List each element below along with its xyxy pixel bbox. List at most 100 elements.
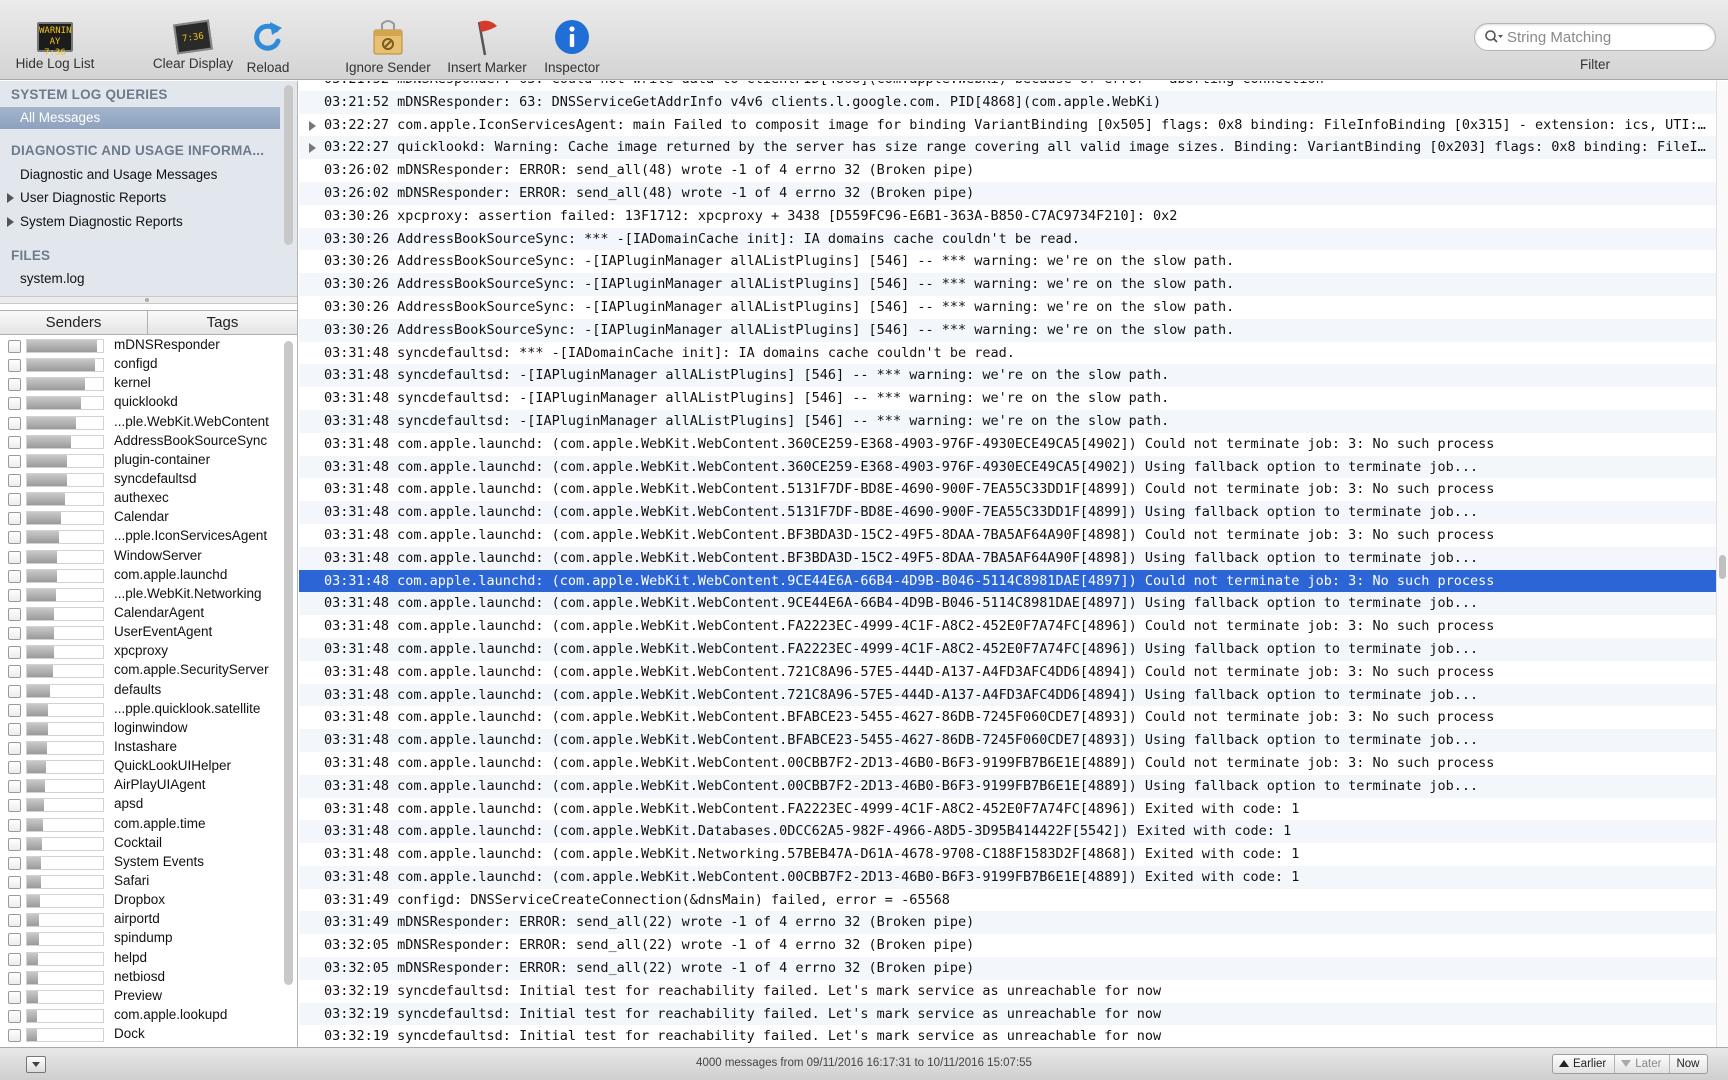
reload-button[interactable]: Reload [213,18,323,75]
log-message-row[interactable]: 03:30:26 AddressBookSourceSync: -[IAPlug… [299,273,1716,296]
log-message-row[interactable]: 03:31:48 com.apple.launchd: (com.apple.W… [299,683,1716,707]
sender-row[interactable]: AddressBookSourceSync [0,432,282,451]
sender-checkbox[interactable] [8,703,21,717]
log-scrollbar[interactable] [1716,81,1728,1047]
log-message-row[interactable]: 03:32:05 mDNSResponder: ERROR: send_all(… [299,934,1716,957]
sender-row[interactable]: System Events [0,853,282,872]
sender-row[interactable]: netbiosd [0,968,282,987]
sender-row[interactable]: CalendarAgent [0,604,282,623]
log-message-row[interactable]: 03:31:48 com.apple.launchd: (com.apple.W… [299,729,1716,752]
sender-row[interactable]: com.apple.SecurityServer [0,661,282,680]
log-message-row[interactable]: 03:30:26 xpcproxy: assertion failed: 13F… [299,205,1716,228]
log-message-row[interactable]: 03:31:48 com.apple.launchd: (com.apple.W… [299,433,1716,456]
expand-triangle-icon[interactable] [309,143,316,154]
log-message-row[interactable]: 03:31:48 com.apple.launchd: (com.apple.W… [299,592,1716,616]
log-message-row[interactable]: 03:30:26 AddressBookSourceSync: -[IAPlug… [299,296,1716,319]
sender-checkbox[interactable] [8,627,21,641]
log-message-row[interactable]: 03:31:48 com.apple.launchd: (com.apple.W… [299,661,1716,684]
sender-row[interactable]: spindump [0,929,282,948]
source-list-scrollbar[interactable] [284,85,293,245]
sender-checkbox[interactable] [8,914,21,928]
log-message-row[interactable]: 03:31:48 com.apple.launchd: (com.apple.W… [299,524,1716,547]
log-message-row[interactable]: 03:31:48 com.apple.launchd: (com.apple.W… [299,569,1716,593]
system-diagnostic-reports-item[interactable]: System Diagnostic Reports [20,214,183,229]
log-message-row[interactable]: 03:30:26 AddressBookSourceSync: -[IAPlug… [299,250,1716,273]
log-message-row[interactable]: 03:32:19 syncdefaultsd: Initial test for… [299,980,1716,1003]
filter-search-field[interactable] [1474,23,1716,51]
now-button[interactable]: Now [1670,1055,1707,1073]
sender-checkbox[interactable] [8,646,21,660]
log-message-row[interactable]: 03:31:48 com.apple.launchd: (com.apple.W… [299,478,1716,501]
log-message-row[interactable]: 03:31:48 com.apple.launchd: (com.apple.W… [299,706,1716,729]
user-diagnostic-reports-item[interactable]: User Diagnostic Reports [20,190,166,205]
sender-row[interactable]: Calendar [0,508,282,527]
system-log-item[interactable]: system.log [20,271,85,286]
sender-row[interactable]: com.apple.time [0,815,282,834]
sender-row[interactable]: xpcproxy [0,642,282,661]
sender-checkbox[interactable] [8,761,21,775]
diagnostic-messages-item[interactable]: Diagnostic and Usage Messages [20,167,217,182]
sender-row[interactable]: Cocktail [0,834,282,853]
sender-checkbox[interactable] [8,416,21,430]
log-message-row[interactable]: 03:22:27 com.apple.IconServicesAgent: ma… [299,114,1716,137]
sender-checkbox[interactable] [8,1009,21,1023]
log-message-row[interactable]: 03:22:27 quicklookd: Warning: Cache imag… [299,136,1716,160]
sender-checkbox[interactable] [8,875,21,889]
sender-row[interactable]: quicklookd [0,393,282,412]
log-message-row[interactable]: 03:31:48 com.apple.launchd: (com.apple.W… [299,752,1716,775]
sender-checkbox[interactable] [8,799,21,813]
sender-checkbox[interactable] [8,588,21,602]
log-message-row[interactable]: 03:31:48 syncdefaultsd: *** -[IADomainCa… [299,342,1716,365]
sender-checkbox[interactable] [8,684,21,698]
sender-row[interactable]: syncdefaultsd [0,470,282,489]
sender-row[interactable]: AirPlayUIAgent [0,776,282,795]
sender-row[interactable]: Safari [0,872,282,891]
sender-checkbox[interactable] [8,971,21,985]
sender-row[interactable]: authexec [0,489,282,508]
sender-checkbox[interactable] [8,512,21,526]
sender-row[interactable]: kernel [0,374,282,393]
sender-row[interactable]: apsd [0,795,282,814]
sender-checkbox[interactable] [8,378,21,392]
sender-checkbox[interactable] [8,397,21,411]
log-message-row[interactable]: 03:21:52 mDNSResponder: 63: Could not wr… [299,81,1716,91]
log-message-row[interactable]: 03:31:48 com.apple.launchd: (com.apple.W… [299,865,1716,889]
later-button[interactable]: Later [1615,1055,1671,1073]
sender-checkbox[interactable] [8,933,21,947]
sender-row[interactable]: airportd [0,910,282,929]
log-message-row[interactable]: 03:31:48 com.apple.launchd: (com.apple.W… [299,820,1716,844]
sender-row[interactable]: ...ple.WebKit.WebContent [0,413,282,432]
hide-log-list-button[interactable]: WARNIN AY 7:36 Hide Log List [0,18,110,71]
log-message-row[interactable]: 03:30:26 AddressBookSourceSync: *** -[IA… [299,227,1716,251]
expand-triangle-icon[interactable] [309,120,316,131]
sender-checkbox[interactable] [8,473,21,487]
senders-scrollbar[interactable] [284,341,293,985]
ignore-sender-button[interactable]: Ignore Sender [333,18,443,75]
log-message-row[interactable]: 03:32:05 mDNSResponder: ERROR: send_all(… [299,957,1716,980]
sender-row[interactable]: WindowServer [0,547,282,566]
log-message-row[interactable]: 03:26:02 mDNSResponder: ERROR: send_all(… [299,159,1716,182]
sender-checkbox[interactable] [8,990,21,1004]
sender-row[interactable]: Preview [0,987,282,1006]
split-view-divider[interactable] [0,296,297,304]
sender-row[interactable]: UserEventAgent [0,623,282,642]
sender-row[interactable]: Instashare [0,738,282,757]
sender-checkbox[interactable] [8,493,21,507]
log-message-row[interactable]: 03:32:19 syncdefaultsd: Initial test for… [299,1002,1716,1026]
sender-checkbox[interactable] [8,837,21,851]
sender-checkbox[interactable] [8,550,21,564]
log-message-row[interactable]: 03:31:48 syncdefaultsd: -[IAPluginManage… [299,409,1716,433]
sender-checkbox[interactable] [8,359,21,373]
sender-row[interactable]: ...ple.WebKit.Networking [0,585,282,604]
log-message-row[interactable]: 03:31:48 com.apple.launchd: (com.apple.W… [299,546,1716,570]
log-message-row[interactable]: 03:31:48 com.apple.launchd: (com.apple.W… [299,843,1716,866]
sender-checkbox[interactable] [8,569,21,583]
sender-checkbox[interactable] [8,1029,21,1043]
sender-row[interactable]: QuickLookUIHelper [0,757,282,776]
sender-checkbox[interactable] [8,780,21,794]
log-message-row[interactable]: 03:31:48 com.apple.launchd: (com.apple.W… [299,501,1716,524]
log-message-row[interactable]: 03:21:52 mDNSResponder: 63: DNSServiceGe… [299,90,1716,114]
sender-row[interactable]: Dropbox [0,891,282,910]
sender-row[interactable]: helpd [0,949,282,968]
sender-checkbox[interactable] [8,952,21,966]
